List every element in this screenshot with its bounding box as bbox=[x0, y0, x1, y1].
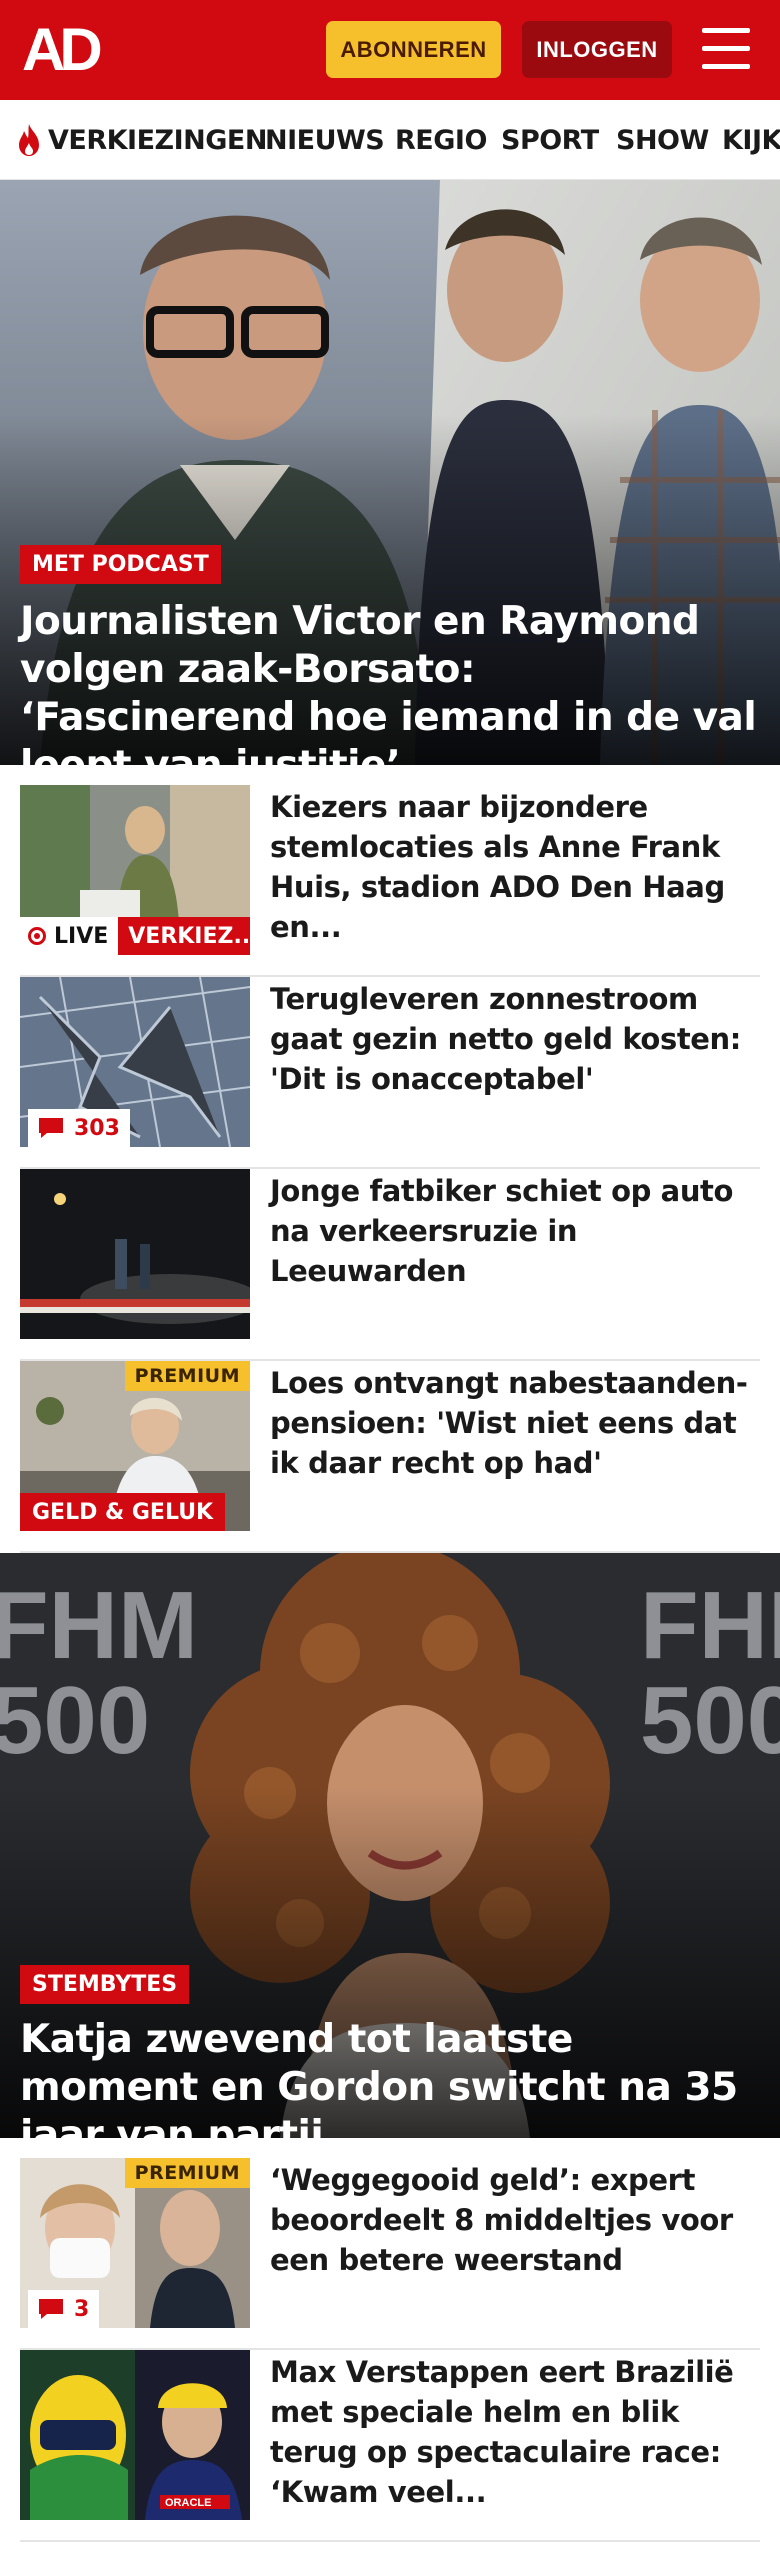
hero-story-borsato[interactable]: MET PODCAST Journalisten Victor en Raymo… bbox=[0, 180, 780, 765]
hero-badge: STEMBYTES bbox=[20, 1965, 190, 2004]
logo-mark: AD bbox=[22, 22, 106, 78]
nav-item-sport[interactable]: SPORT bbox=[501, 100, 599, 179]
hero-story-stembytes[interactable]: FHM 500 FHM 500 STEMBYTES Katja zwevend … bbox=[0, 1553, 780, 2138]
live-label-group: LIVE VERKIEZ... bbox=[20, 917, 250, 955]
category-badge: VERKIEZ... bbox=[118, 917, 250, 955]
article-title: ‘Weggegooid geld’: expert beoordeelt 8 m… bbox=[270, 2163, 733, 2277]
svg-text:ORACLE: ORACLE bbox=[165, 2497, 211, 2509]
article-title: Kiezers naar bijzondere stemlocaties als… bbox=[270, 790, 725, 944]
comment-icon bbox=[39, 1118, 63, 1138]
article-thumbnail bbox=[20, 1169, 250, 1339]
list-item[interactable]: Jonge fatbiker schiet op auto na verkeer… bbox=[20, 1169, 760, 1361]
comment-count-value: 303 bbox=[74, 1115, 120, 1141]
comment-count-value: 3 bbox=[74, 2296, 90, 2322]
hero-title: Katja zwevend tot laatste moment en Gord… bbox=[20, 2017, 738, 2138]
hero-title: Journalisten Victor en Raymond volgen za… bbox=[20, 599, 757, 765]
live-text: LIVE bbox=[54, 923, 109, 949]
list-item[interactable]: PREMIUM 3 ‘Weggegooid geld’: expert beoo… bbox=[20, 2158, 760, 2350]
article-thumbnail: LIVE VERKIEZ... bbox=[20, 785, 250, 955]
nav-item-regio[interactable]: REGIO bbox=[395, 100, 487, 179]
nav-item-kijk[interactable]: KIJK bbox=[722, 100, 780, 179]
nav-label: VERKIEZINGEN bbox=[48, 124, 267, 156]
hero-badge: MET PODCAST bbox=[20, 545, 221, 584]
category-badge: GELD & GELUK bbox=[20, 1493, 226, 1531]
comment-icon bbox=[39, 2299, 63, 2319]
section-nav: VERKIEZINGEN NIEUWS REGIO SPORT SHOW KIJ… bbox=[0, 100, 780, 180]
subscribe-button[interactable]: ABONNEREN bbox=[326, 21, 501, 78]
article-thumbnail: 303 bbox=[20, 977, 250, 1147]
premium-badge: PREMIUM bbox=[124, 1361, 250, 1391]
live-badge: LIVE bbox=[20, 917, 119, 955]
nav-item-nieuws[interactable]: NIEUWS bbox=[265, 100, 385, 179]
list-item[interactable]: LIVE VERKIEZ... Kiezers naar bijzondere … bbox=[20, 785, 760, 977]
svg-text:FHM: FHM bbox=[640, 1572, 780, 1679]
article-title: Loes ontvangt nabestaanden-pensioen: 'Wi… bbox=[270, 1366, 748, 1480]
top-bar: AD ABONNEREN INLOGGEN bbox=[0, 0, 780, 100]
menu-icon[interactable] bbox=[700, 26, 752, 72]
comment-count: 303 bbox=[28, 1109, 130, 1147]
article-thumbnail: PREMIUM GELD & GELUK bbox=[20, 1361, 250, 1531]
article-title: Max Verstappen eert Brazilië met special… bbox=[270, 2355, 734, 2509]
list-item[interactable]: 303 Terugleveren zonnestroom gaat gezin … bbox=[20, 977, 760, 1169]
ad-logo[interactable]: AD bbox=[22, 22, 114, 78]
nav-item-show[interactable]: SHOW bbox=[616, 100, 709, 179]
premium-badge: PREMIUM bbox=[124, 2158, 250, 2188]
list-item[interactable]: PREMIUM GELD & GELUK Loes ontvangt nabes… bbox=[20, 1361, 760, 1553]
list-item[interactable]: ORACLE Max Verstappen eert Brazilië met … bbox=[20, 2350, 760, 2542]
nav-item-verkiezingen[interactable]: VERKIEZINGEN bbox=[16, 100, 267, 179]
login-button[interactable]: INLOGGEN bbox=[522, 21, 672, 78]
article-title: Jonge fatbiker schiet op auto na verkeer… bbox=[270, 1174, 734, 1288]
flame-icon bbox=[19, 124, 39, 156]
article-title: Terugleveren zonnestroom gaat gezin nett… bbox=[270, 982, 741, 1096]
comment-count: 3 bbox=[28, 2290, 100, 2328]
article-thumbnail: PREMIUM 3 bbox=[20, 2158, 250, 2328]
svg-text:500: 500 bbox=[640, 1667, 780, 1774]
svg-text:AD: AD bbox=[22, 22, 100, 78]
live-dot-icon bbox=[28, 927, 46, 945]
svg-text:FHM: FHM bbox=[0, 1572, 198, 1679]
article-thumbnail: ORACLE bbox=[20, 2350, 250, 2520]
svg-text:500: 500 bbox=[0, 1667, 150, 1774]
